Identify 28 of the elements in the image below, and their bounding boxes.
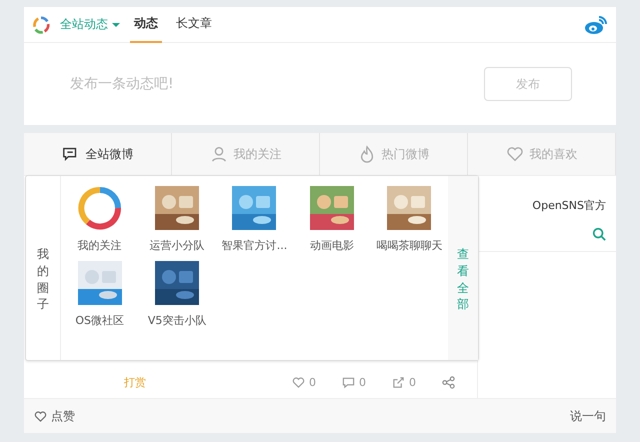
like-count: 0: [309, 376, 316, 388]
share-icon[interactable]: [442, 376, 455, 388]
group-name[interactable]: 我的关注: [78, 238, 122, 253]
heart-icon: [506, 145, 524, 163]
reply-button[interactable]: 说一句: [570, 408, 606, 424]
repost-icon[interactable]: [392, 376, 405, 388]
tab[interactable]: 长文章: [172, 6, 216, 43]
weibo-icon[interactable]: [584, 14, 608, 34]
comment-count: 0: [359, 376, 366, 388]
group-name[interactable]: 运营小分队: [150, 238, 205, 253]
group-name[interactable]: OS微社区: [75, 313, 124, 328]
group-name[interactable]: 智果官方讨...: [222, 238, 288, 253]
repost-count: 0: [409, 376, 416, 388]
group-name: OpenSNS官方: [531, 198, 607, 213]
comment-icon[interactable]: [342, 376, 355, 388]
user-icon: [210, 145, 228, 163]
like-button[interactable]: 点赞: [51, 408, 75, 424]
popup-title: 我的圈子: [37, 246, 49, 314]
group-name[interactable]: 动画电影: [310, 238, 354, 253]
search-icon[interactable]: [592, 227, 606, 241]
logo-icon: [32, 16, 50, 34]
heart-icon[interactable]: [292, 376, 305, 388]
group-name[interactable]: V5突击小队: [148, 313, 206, 328]
group-name[interactable]: 喝喝茶聊聊天: [376, 238, 442, 253]
tab[interactable]: 动态: [130, 6, 162, 43]
ring-logo-icon[interactable]: [78, 186, 122, 230]
heart-icon[interactable]: [34, 410, 47, 422]
post-input[interactable]: 发布一条动态吧!: [68, 75, 484, 93]
